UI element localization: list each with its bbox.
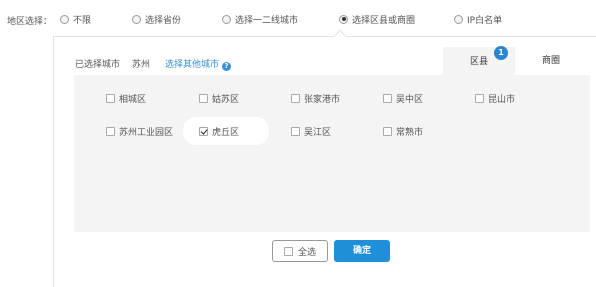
tab-district-label: 区县 bbox=[469, 57, 488, 67]
radio-label: 不限 bbox=[73, 15, 92, 26]
district-label: 常熟市 bbox=[396, 127, 424, 138]
confirm-button[interactable]: 确定 bbox=[334, 240, 390, 262]
radio-label: IP白名单 bbox=[467, 15, 503, 26]
select-all-button[interactable]: 全选 bbox=[272, 240, 328, 262]
select-other-city-label: 选择其他城市 bbox=[165, 60, 220, 70]
radio-district-business[interactable]: 选择区县或商圈 bbox=[339, 12, 415, 26]
district-label: 虎丘区 bbox=[212, 127, 240, 138]
district-label: 昆山市 bbox=[488, 94, 516, 105]
district-label: 相城区 bbox=[119, 94, 147, 105]
checkbox-icon bbox=[283, 246, 293, 256]
question-circle-icon[interactable]: ? bbox=[222, 62, 232, 71]
district-option[interactable]: 姑苏区 bbox=[183, 84, 239, 112]
radio-tier-city[interactable]: 选择一二线城市 bbox=[222, 12, 298, 26]
district-label: 张家港市 bbox=[304, 94, 341, 105]
radio-circle-icon bbox=[454, 14, 463, 24]
region-selector: 地区选择： 不限 选择省份 选择一二线城市 选择区县或商圈 IP白名单 bbox=[0, 0, 596, 36]
select-all-label: 全选 bbox=[297, 247, 316, 258]
selected-city-label: 已选择城市 bbox=[75, 60, 121, 70]
selected-city-name: 苏州 bbox=[132, 60, 151, 70]
district-option[interactable]: 吴中区 bbox=[367, 84, 423, 112]
district-label: 吴中区 bbox=[396, 94, 424, 105]
checkbox-checked-icon bbox=[199, 126, 208, 136]
radio-circle-icon bbox=[132, 14, 141, 24]
selected-count-badge: 1 bbox=[494, 46, 508, 60]
district-option[interactable]: 张家港市 bbox=[275, 84, 340, 112]
radio-label: 选择一二线城市 bbox=[235, 15, 299, 26]
tab-business-circle[interactable]: 商圈 bbox=[515, 47, 587, 75]
panel-caret-icon bbox=[334, 30, 346, 37]
radio-selected-icon bbox=[339, 14, 348, 24]
district-option[interactable]: 常熟市 bbox=[367, 117, 423, 145]
radio-label: 选择省份 bbox=[145, 15, 182, 26]
radio-label: 选择区县或商圈 bbox=[352, 15, 416, 26]
checkbox-icon bbox=[383, 126, 392, 136]
radio-province[interactable]: 选择省份 bbox=[132, 12, 181, 26]
checkbox-icon bbox=[199, 93, 208, 103]
district-option-selected[interactable]: 虎丘区 bbox=[183, 117, 269, 145]
district-label: 吴江区 bbox=[304, 127, 332, 138]
district-option[interactable]: 苏州工业园区 bbox=[90, 117, 173, 145]
radio-ip-whitelist[interactable]: IP白名单 bbox=[454, 12, 502, 26]
radio-unlimited[interactable]: 不限 bbox=[60, 12, 91, 26]
radio-circle-icon bbox=[222, 14, 231, 24]
district-label: 姑苏区 bbox=[212, 94, 240, 105]
checkbox-icon bbox=[383, 93, 392, 103]
district-option[interactable]: 吴江区 bbox=[275, 117, 331, 145]
district-option[interactable]: 相城区 bbox=[90, 84, 146, 112]
checkbox-icon bbox=[106, 93, 115, 103]
region-label: 地区选择： bbox=[7, 17, 53, 27]
checkbox-icon bbox=[106, 126, 115, 136]
tab-business-label: 商圈 bbox=[541, 56, 560, 66]
district-option[interactable]: 昆山市 bbox=[459, 84, 515, 112]
checkbox-icon bbox=[291, 93, 300, 103]
checkbox-icon bbox=[291, 126, 300, 136]
select-other-city-link[interactable]: 选择其他城市? bbox=[165, 57, 232, 71]
checkbox-icon bbox=[475, 93, 484, 103]
district-label: 苏州工业园区 bbox=[119, 127, 174, 138]
radio-circle-icon bbox=[60, 14, 69, 24]
